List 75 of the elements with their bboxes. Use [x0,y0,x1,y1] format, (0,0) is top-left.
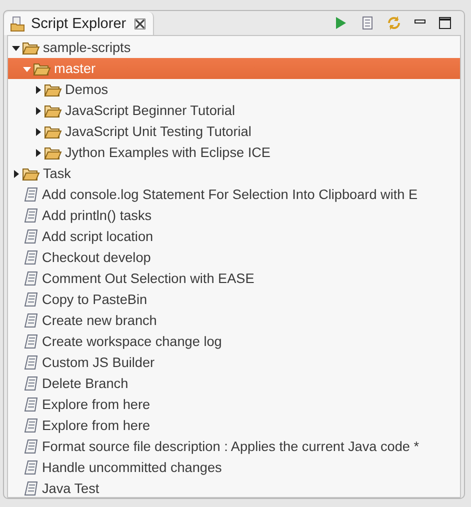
tree-item[interactable]: Copy to PasteBin [8,289,460,310]
script-icon [24,460,38,476]
item-label: Delete Branch [42,374,128,392]
maximize-icon[interactable] [438,16,452,30]
script-icon [24,186,38,202]
item-label: Add script location [42,228,154,246]
tree-item[interactable]: Explore from here [8,415,460,436]
script-icon [24,312,38,328]
item-label: Custom JS Builder [42,354,155,372]
script-icon [24,292,38,308]
item-label: Explore from here [42,416,150,434]
script-folder-icon [9,14,27,32]
script-icon [24,250,38,266]
item-label: Format source file description : Applies the current Java code * [42,438,420,456]
tree-item[interactable]: Format source file description : Applies the current Java code * [8,436,460,457]
tree-item[interactable]: Add script location [8,226,460,247]
tree-item[interactable]: Delete Branch [8,373,460,394]
folder-icon [22,40,40,54]
script-icon [24,334,38,350]
item-label: Create workspace change log [42,332,222,350]
item-label: Add println() tasks [42,206,152,224]
tree-item[interactable]: Custom JS Builder [8,352,460,373]
close-icon[interactable] [134,18,146,30]
item-label: Handle uncommitted changes [42,458,222,476]
tree-item[interactable]: JavaScript Beginner Tutorial [8,100,460,121]
tree-item[interactable]: Checkout develop [8,247,460,268]
folder-icon [22,166,40,180]
tree-item[interactable]: Java Test [8,478,460,497]
collapsed-arrow-icon[interactable] [34,128,42,136]
tree-item[interactable]: Jython Examples with Eclipse ICE [8,142,460,163]
item-label: Copy to PasteBin [42,290,148,308]
script-icon [24,418,38,434]
collapsed-arrow-icon[interactable] [34,148,42,156]
tree-item[interactable]: JavaScript Unit Testing Tutorial [8,121,460,142]
item-label: Java Test [42,480,100,497]
script-icon [24,376,38,392]
view-title: Script Explorer [31,16,126,32]
script-icon [24,270,38,286]
item-label: JavaScript Beginner Tutorial [65,102,236,120]
tree-item[interactable]: Handle uncommitted changes [8,457,460,478]
item-label: Comment Out Selection with EASE [42,270,254,288]
item-label: master [54,60,96,78]
tree-item[interactable]: Task [8,163,460,184]
folder-icon [44,146,62,160]
tree-item[interactable]: Create new branch [8,310,460,331]
item-label: Explore from here [42,396,150,414]
item-label: Checkout develop [42,248,151,266]
tree-item[interactable]: Explore from here [8,394,460,415]
item-label: Add console.log Statement For Selection Into Clipboard with E [42,186,418,204]
tree-item[interactable]: Demos [8,79,460,100]
script-icon [24,396,38,412]
tree-item[interactable]: Create workspace change log [8,331,460,352]
expanded-arrow-icon[interactable] [12,44,20,52]
script-icon [24,354,38,370]
tree-item[interactable]: Add println() tasks [8,205,460,226]
folder-icon [44,104,62,118]
view-tab[interactable]: Script Explorer [4,12,154,35]
folder-icon [33,62,51,76]
collapsed-arrow-icon[interactable] [34,106,42,114]
tree-item[interactable]: Add console.log Statement For Selection Into Clipboard with E [8,184,460,205]
script-icon [24,208,38,224]
item-label: sample-scripts [43,38,131,56]
item-label: Demos [65,80,108,98]
item-label: Task [43,164,71,182]
tree-item[interactable]: sample-scripts [8,37,460,58]
folder-icon [44,124,62,138]
tree-item[interactable]: Comment Out Selection with EASE [8,268,460,289]
item-label: Jython Examples with Eclipse ICE [65,144,270,162]
collapsed-arrow-icon[interactable] [34,86,42,94]
item-label: Create new branch [42,312,157,330]
item-label: JavaScript Unit Testing Tutorial [65,122,252,140]
script-icon [24,228,38,244]
script-icon [24,438,38,454]
collapsed-arrow-icon[interactable] [12,170,20,178]
folder-icon [44,82,62,96]
